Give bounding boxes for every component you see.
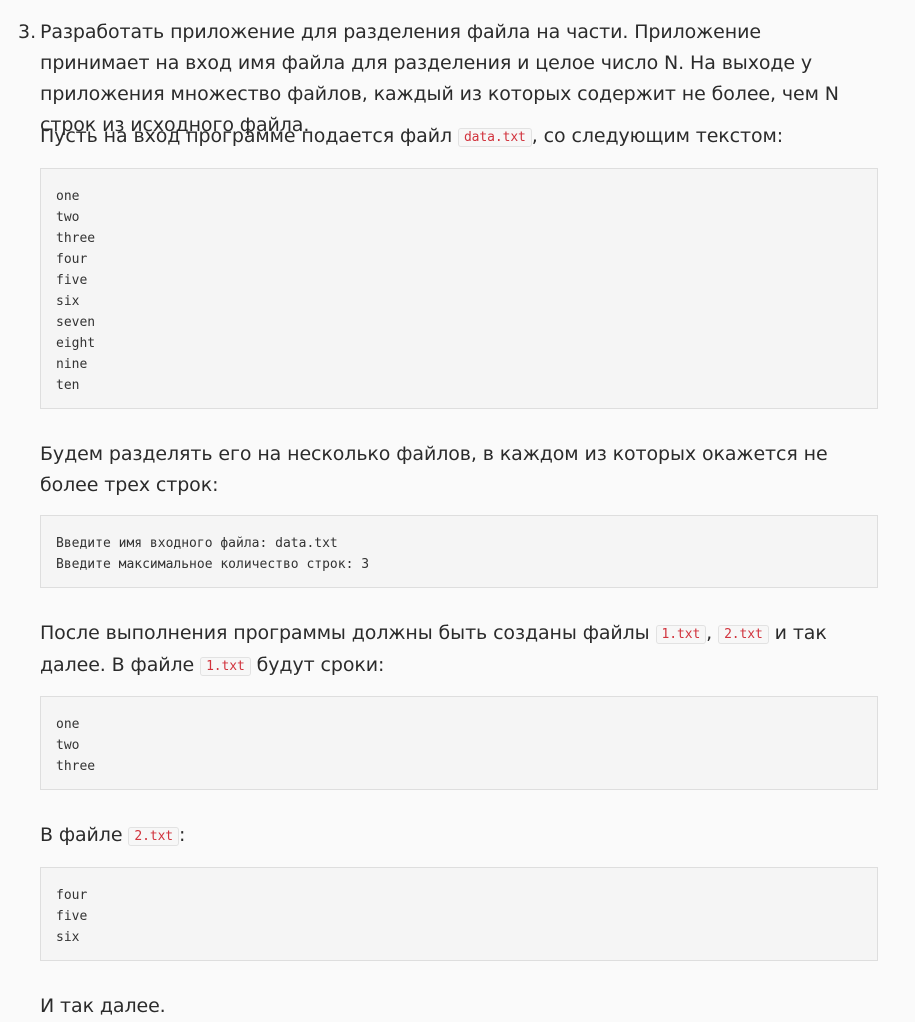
code-line: Введите максимальное количество строк: 3 [56, 557, 370, 572]
task-number: 3. [18, 21, 37, 43]
code-line: six [56, 930, 80, 945]
code-line: one [56, 717, 80, 732]
code-block-input-file: one two three four five six seven eight nine ten [40, 168, 878, 409]
code-line: Введите имя входного файла: data.txt [56, 536, 338, 551]
inline-code-2-txt: 2.txt [718, 625, 769, 644]
code-block-lines: four five six [41, 868, 877, 965]
file-2-text-after: : [179, 824, 186, 846]
input-file-text-before: Пусть на вход программе подается файл [40, 125, 458, 147]
code-line: one [56, 189, 80, 204]
code-line: five [56, 909, 88, 924]
code-block-prompt: Введите имя входного файла: data.txt Введ… [40, 515, 878, 588]
split-description-paragraph: Будем разделять его на несколько файлов,… [40, 443, 828, 496]
code-line: eight [56, 336, 96, 351]
file-2-paragraph: В файле 2.txt: [40, 820, 880, 852]
code-block-file-2: four five six [40, 867, 878, 961]
code-block-lines: Введите имя входного файла: data.txt Введ… [41, 516, 877, 592]
result-text-separator: , [706, 622, 719, 644]
code-block-file-1: one two three [40, 696, 878, 790]
code-block-lines: one two three four five six seven eight nine ten [41, 169, 877, 413]
code-line: three [56, 231, 96, 246]
code-line: six [56, 294, 80, 309]
code-block-lines: one two three [41, 697, 877, 794]
file-2-text-before: В файле [40, 824, 129, 846]
inline-code-data-txt: data.txt [457, 128, 532, 147]
result-text-part1: После выполнения программы должны быть с… [40, 622, 656, 644]
inline-code-1-txt: 1.txt [200, 657, 251, 676]
code-line: four [56, 888, 88, 903]
code-line: three [56, 759, 96, 774]
code-line: nine [56, 357, 88, 372]
code-line: two [56, 210, 80, 225]
closing-paragraph: И так далее. [40, 995, 166, 1017]
inline-code-2-txt: 2.txt [128, 827, 180, 846]
input-file-text-after: , со следующим текстом: [531, 125, 784, 147]
code-line: seven [56, 315, 96, 330]
code-line: five [56, 273, 88, 288]
input-file-paragraph: Пусть на вход программе подается файл da… [40, 121, 880, 153]
result-text-part3: будут сроки: [250, 654, 385, 676]
code-line: ten [56, 378, 80, 393]
result-paragraph: После выполнения программы должны быть с… [40, 618, 880, 682]
code-line: two [56, 738, 80, 753]
code-line: four [56, 252, 88, 267]
inline-code-1-txt: 1.txt [655, 625, 707, 644]
